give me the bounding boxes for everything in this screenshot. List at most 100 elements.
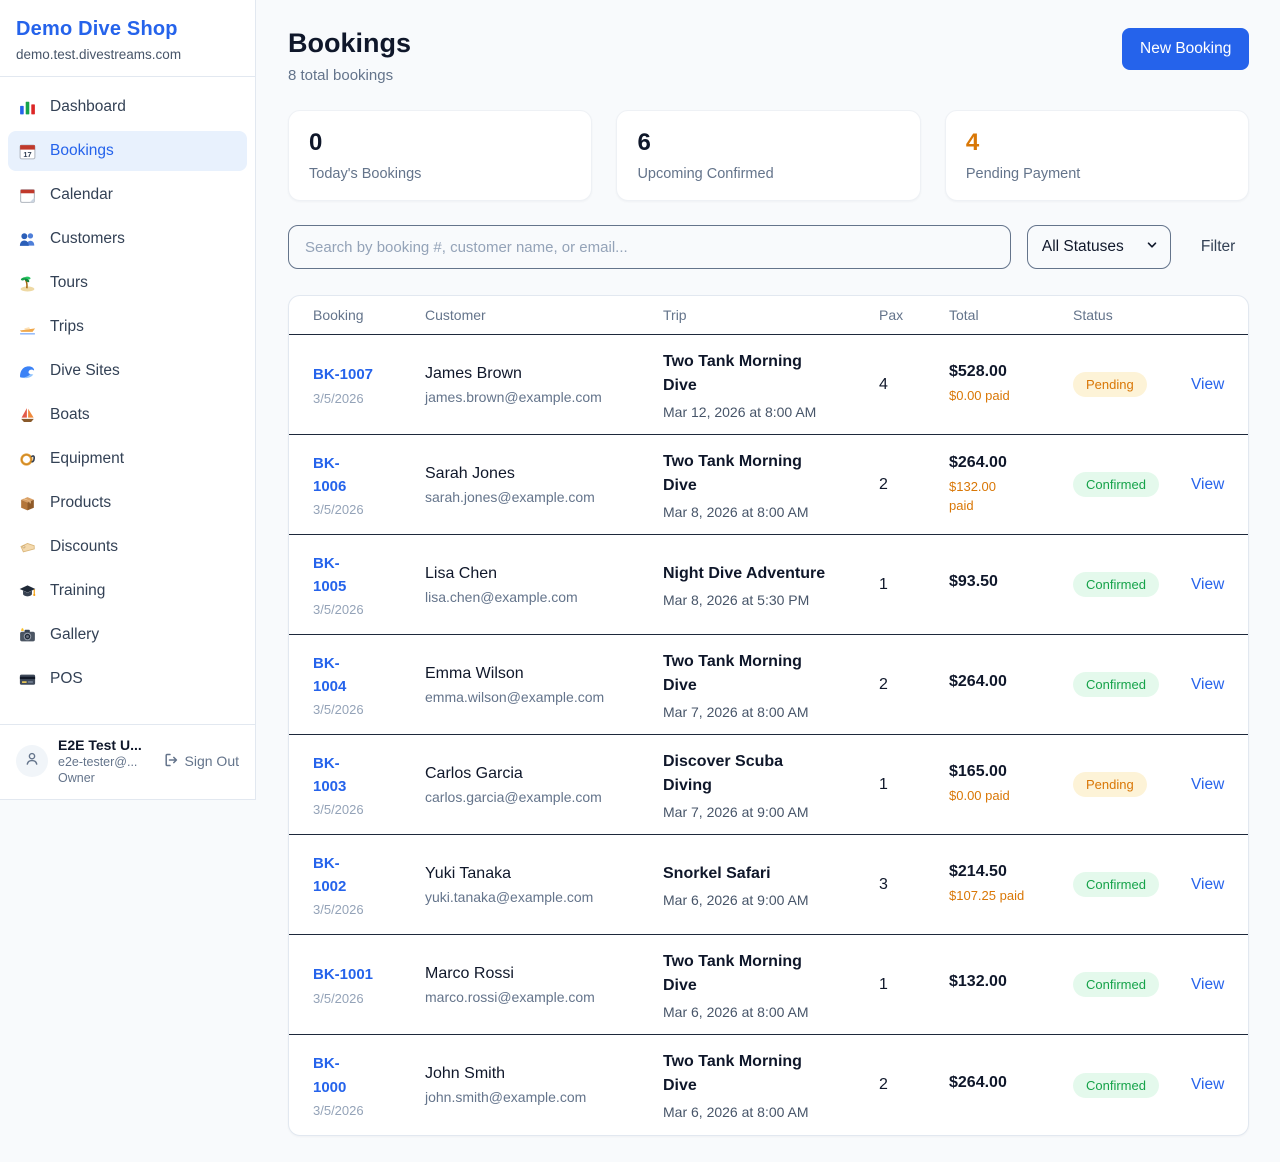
booking-cell: BK- 1002 3/5/2026 (313, 852, 425, 918)
sidebar-item-dive-sites[interactable]: Dive Sites (8, 351, 247, 391)
table-row: BK- 1004 3/5/2026 Emma Wilson emma.wilso… (289, 635, 1248, 735)
sidebar-item-calendar[interactable]: Calendar (8, 175, 247, 215)
booking-id-link[interactable]: BK- 1000 (313, 1052, 425, 1099)
booking-cell: BK- 1005 3/5/2026 (313, 552, 425, 618)
action-cell: View (1191, 876, 1224, 894)
view-link[interactable]: View (1191, 976, 1224, 993)
customer-name: Carlos Garcia (425, 765, 663, 783)
booking-cell: BK- 1004 3/5/2026 (313, 652, 425, 718)
booking-cell: BK- 1006 3/5/2026 (313, 452, 425, 518)
trip-name: Night Dive Adventure (663, 562, 859, 586)
booking-id-link[interactable]: BK-1007 (313, 363, 425, 386)
status-badge: Confirmed (1073, 872, 1159, 897)
sidebar-item-customers[interactable]: Customers (8, 219, 247, 259)
sidebar-item-discounts[interactable]: Discounts (8, 527, 247, 567)
pax-cell: 2 (879, 476, 949, 494)
paid-amount: $0.00 paid (949, 786, 1073, 806)
search-input[interactable] (288, 225, 1011, 269)
booking-id-link[interactable]: BK- 1003 (313, 752, 425, 799)
user-role: Owner (58, 771, 142, 785)
filter-button[interactable]: Filter (1187, 230, 1249, 264)
trip-datetime: Mar 7, 2026 at 9:00 AM (663, 804, 859, 820)
view-link[interactable]: View (1191, 776, 1224, 793)
table-header-row: BookingCustomerTripPaxTotalStatus (289, 296, 1248, 335)
sidebar-item-gallery[interactable]: Gallery (8, 615, 247, 655)
column-header-customer: Customer (425, 296, 663, 334)
customer-email: john.smith@example.com (425, 1089, 663, 1105)
trip-datetime: Mar 6, 2026 at 8:00 AM (663, 1104, 859, 1120)
trip-name: Discover Scuba Diving (663, 750, 859, 798)
status-select-value: All Statuses (1042, 238, 1124, 256)
booking-date: 3/5/2026 (313, 902, 425, 917)
total-cell: $264.00 $132.00 paid (949, 454, 1073, 516)
paid-amount: $107.25 paid (949, 886, 1073, 906)
island-icon (18, 274, 37, 293)
sidebar-item-label: Tours (50, 274, 88, 292)
status-cell: Confirmed (1073, 872, 1191, 897)
bar-chart-icon (18, 98, 37, 117)
sidebar-item-label: Calendar (50, 186, 113, 204)
customer-email: yuki.tanaka@example.com (425, 889, 663, 905)
new-booking-button[interactable]: New Booking (1122, 28, 1249, 70)
sidebar-item-pos[interactable]: POS (8, 659, 247, 699)
sidebar-item-bookings[interactable]: 17 Bookings (8, 131, 247, 171)
pax-cell: 1 (879, 976, 949, 994)
booking-id-link[interactable]: BK- 1005 (313, 552, 425, 599)
trip-cell: Two Tank Morning Dive Mar 8, 2026 at 8:0… (663, 450, 879, 520)
view-link[interactable]: View (1191, 1076, 1224, 1093)
sidebar-item-tours[interactable]: Tours (8, 263, 247, 303)
column-header-total: Total (949, 296, 1073, 334)
table-row: BK- 1000 3/5/2026 John Smith john.smith@… (289, 1035, 1248, 1135)
column-header-pax: Pax (879, 296, 949, 334)
sidebar-item-label: Bookings (50, 142, 114, 160)
view-link[interactable]: View (1191, 476, 1224, 493)
sign-out-button[interactable]: Sign Out (163, 752, 239, 771)
customer-name: Marco Rossi (425, 965, 663, 983)
booking-date: 3/5/2026 (313, 391, 425, 406)
brand-title[interactable]: Demo Dive Shop (16, 18, 239, 41)
sidebar-item-dashboard[interactable]: Dashboard (8, 87, 247, 127)
view-link[interactable]: View (1191, 876, 1224, 893)
booking-id-link[interactable]: BK- 1006 (313, 452, 425, 499)
page-title-block: Bookings 8 total bookings (288, 28, 411, 84)
sidebar-item-label: Dive Sites (50, 362, 120, 380)
trip-datetime: Mar 12, 2026 at 8:00 AM (663, 404, 859, 420)
customer-name: John Smith (425, 1065, 663, 1083)
table-row: BK- 1005 3/5/2026 Lisa Chen lisa.chen@ex… (289, 535, 1248, 635)
view-link[interactable]: View (1191, 376, 1224, 393)
brand-block: Demo Dive Shop demo.test.divestreams.com (0, 0, 255, 77)
customer-name: Lisa Chen (425, 565, 663, 583)
sidebar-item-equipment[interactable]: Equipment (8, 439, 247, 479)
status-select[interactable]: All Statuses (1027, 225, 1171, 269)
trip-cell: Two Tank Morning Dive Mar 12, 2026 at 8:… (663, 350, 879, 420)
calendar-date-icon: 17 (18, 142, 37, 161)
customer-cell: Carlos Garcia carlos.garcia@example.com (425, 765, 663, 805)
paid-amount: $0.00 paid (949, 386, 1073, 406)
column-header-trip: Trip (663, 296, 879, 334)
main-content: Bookings 8 total bookings New Booking 0T… (256, 0, 1280, 1136)
customer-email: carlos.garcia@example.com (425, 789, 663, 805)
package-icon (18, 494, 37, 513)
trip-datetime: Mar 8, 2026 at 5:30 PM (663, 592, 859, 608)
table-row: BK- 1003 3/5/2026 Carlos Garcia carlos.g… (289, 735, 1248, 835)
paid-amount: $132.00 paid (949, 477, 1073, 516)
booking-id-link[interactable]: BK- 1004 (313, 652, 425, 699)
people-icon (18, 230, 37, 249)
sidebar-item-training[interactable]: Training (8, 571, 247, 611)
view-link[interactable]: View (1191, 676, 1224, 693)
customer-cell: Marco Rossi marco.rossi@example.com (425, 965, 663, 1005)
status-badge: Confirmed (1073, 672, 1159, 697)
sidebar-item-trips[interactable]: Trips (8, 307, 247, 347)
booking-id-link[interactable]: BK- 1002 (313, 852, 425, 899)
total-cell: $264.00 (949, 673, 1073, 696)
total-cell: $528.00 $0.00 paid (949, 363, 1073, 406)
sidebar-item-products[interactable]: Products (8, 483, 247, 523)
customer-name: Emma Wilson (425, 665, 663, 683)
person-icon (24, 751, 40, 772)
view-link[interactable]: View (1191, 576, 1224, 593)
total-amount: $132.00 (949, 973, 1073, 991)
booking-id-link[interactable]: BK-1001 (313, 963, 425, 986)
trip-cell: Two Tank Morning Dive Mar 6, 2026 at 8:0… (663, 1050, 879, 1120)
trip-cell: Snorkel Safari Mar 6, 2026 at 9:00 AM (663, 862, 879, 908)
sidebar-item-boats[interactable]: Boats (8, 395, 247, 435)
